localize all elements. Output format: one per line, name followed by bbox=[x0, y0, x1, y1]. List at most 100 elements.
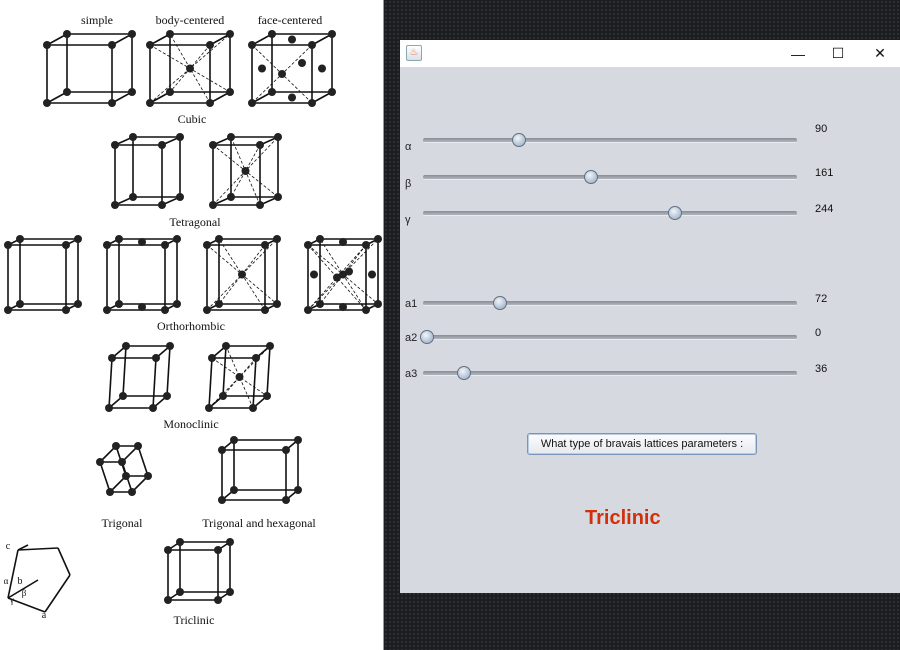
atom bbox=[316, 235, 324, 243]
slider-thumb[interactable] bbox=[456, 366, 471, 380]
atom bbox=[222, 342, 230, 350]
atom bbox=[186, 64, 194, 73]
atom bbox=[149, 404, 157, 412]
title-bar: ♨ — ☐ ✕ bbox=[400, 40, 900, 67]
atom bbox=[158, 201, 166, 209]
atom bbox=[282, 496, 290, 504]
label-triclinic: Triclinic bbox=[174, 613, 215, 627]
atom bbox=[214, 596, 222, 604]
cell-edge bbox=[208, 357, 213, 409]
atom bbox=[144, 472, 152, 480]
atom bbox=[74, 300, 82, 308]
atom bbox=[103, 306, 111, 314]
atom bbox=[115, 300, 123, 308]
slider-thumb[interactable] bbox=[493, 296, 508, 310]
atom bbox=[63, 30, 71, 38]
label-orthorhombic: Orthorhombic bbox=[157, 319, 225, 333]
atom bbox=[43, 41, 51, 49]
atom bbox=[176, 538, 184, 546]
atom bbox=[108, 99, 116, 107]
atom bbox=[16, 235, 24, 243]
slider-a3[interactable] bbox=[423, 366, 797, 380]
cell-edge bbox=[122, 345, 127, 397]
slider-track[interactable] bbox=[423, 138, 797, 143]
lattice-type-button[interactable]: What type of bravais lattices parameters… bbox=[527, 433, 757, 455]
atom bbox=[176, 588, 184, 596]
atom bbox=[304, 306, 312, 314]
result-label: Triclinic bbox=[585, 507, 661, 529]
atom bbox=[163, 392, 171, 400]
slider-thumb[interactable] bbox=[583, 170, 598, 184]
atom bbox=[294, 486, 302, 494]
atom bbox=[263, 392, 271, 400]
label-body-centered: body-centered bbox=[156, 13, 225, 27]
atom bbox=[129, 193, 137, 201]
angle-alpha-label: α bbox=[4, 576, 9, 586]
label-trigonal-hexagonal: Trigonal and hexagonal bbox=[202, 516, 316, 530]
label-trigonal: Trigonal bbox=[102, 516, 144, 530]
atom bbox=[111, 141, 119, 149]
atom bbox=[203, 241, 211, 249]
atom bbox=[4, 306, 12, 314]
atom bbox=[308, 41, 316, 49]
atom bbox=[227, 133, 235, 141]
cell-edge bbox=[137, 445, 149, 477]
atom bbox=[112, 442, 120, 450]
atom bbox=[164, 596, 172, 604]
atom bbox=[261, 306, 269, 314]
maximize-button[interactable]: ☐ bbox=[816, 40, 860, 67]
atom bbox=[230, 436, 238, 444]
slider-alpha[interactable] bbox=[423, 133, 797, 147]
atom bbox=[248, 41, 256, 49]
atom bbox=[105, 404, 113, 412]
atom bbox=[298, 59, 306, 67]
atom bbox=[74, 235, 82, 243]
slider-gamma[interactable] bbox=[423, 206, 797, 220]
slider-track[interactable] bbox=[423, 211, 797, 216]
atom bbox=[43, 99, 51, 107]
atom bbox=[118, 458, 126, 466]
slider-track[interactable] bbox=[423, 301, 797, 306]
axis-c-label: c bbox=[6, 541, 11, 552]
atom bbox=[115, 235, 123, 243]
cell-edge bbox=[252, 357, 257, 409]
java-icon: ♨ bbox=[406, 45, 422, 61]
close-button[interactable]: ✕ bbox=[858, 40, 900, 67]
atom bbox=[62, 241, 70, 249]
slider-track[interactable] bbox=[423, 371, 797, 376]
atom bbox=[218, 446, 226, 454]
slider-a2[interactable] bbox=[420, 330, 797, 344]
minimize-button[interactable]: — bbox=[776, 40, 820, 67]
atom bbox=[173, 300, 181, 308]
slider-label-a2: a2 bbox=[405, 332, 418, 344]
slider-thumb[interactable] bbox=[420, 330, 434, 344]
atom bbox=[129, 133, 137, 141]
atom bbox=[268, 88, 276, 96]
slider-track[interactable] bbox=[423, 175, 797, 180]
atom bbox=[138, 303, 146, 311]
slider-a1[interactable] bbox=[423, 296, 797, 310]
atom bbox=[215, 235, 223, 243]
atom bbox=[274, 133, 282, 141]
slider-label-alpha: α bbox=[405, 141, 412, 153]
atom bbox=[138, 238, 146, 246]
slider-beta[interactable] bbox=[423, 170, 797, 184]
atom bbox=[206, 41, 214, 49]
atom bbox=[374, 300, 382, 308]
slider-label-a3: a3 bbox=[405, 368, 418, 380]
atom bbox=[106, 488, 114, 496]
slider-track[interactable] bbox=[423, 335, 797, 340]
atom bbox=[328, 88, 336, 96]
atom bbox=[122, 472, 130, 480]
slider-thumb[interactable] bbox=[668, 206, 683, 220]
atom bbox=[230, 486, 238, 494]
atom bbox=[16, 300, 24, 308]
atom bbox=[235, 373, 244, 381]
label-cubic: Cubic bbox=[178, 112, 207, 126]
atom bbox=[226, 88, 234, 96]
atom bbox=[308, 99, 316, 107]
slider-thumb[interactable] bbox=[511, 133, 526, 147]
atom bbox=[96, 458, 104, 466]
slider-value-gamma: 244 bbox=[815, 203, 834, 215]
slider-value-beta: 161 bbox=[815, 167, 834, 179]
